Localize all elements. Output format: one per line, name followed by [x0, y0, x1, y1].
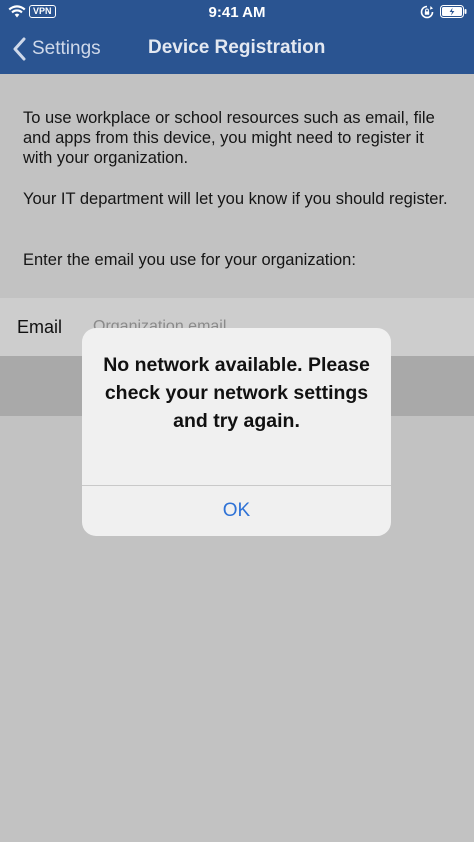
battery-icon: [440, 5, 467, 18]
email-prompt: Enter the email you use for your organiz…: [23, 251, 356, 269]
rotation-lock-icon: [420, 5, 434, 19]
it-note-paragraph: Your IT department will let you know if …: [23, 190, 448, 208]
intro-paragraph: To use workplace or school resources suc…: [23, 109, 435, 167]
chevron-left-icon: [13, 37, 26, 61]
back-button-label: Settings: [32, 38, 101, 59]
alert-message: No network available. Please check your …: [103, 354, 370, 432]
alert-dialog: No network available. Please check your …: [82, 328, 391, 536]
email-label: Email: [17, 317, 63, 337]
navigation-header: VPN 9:41 AM Settings Device Registration: [0, 0, 474, 74]
status-bar: VPN 9:41 AM: [0, 0, 474, 24]
ok-button[interactable]: OK: [82, 486, 391, 536]
status-time: 9:41 AM: [208, 4, 266, 21]
page-title: Device Registration: [148, 37, 326, 58]
back-button[interactable]: Settings: [12, 34, 101, 64]
